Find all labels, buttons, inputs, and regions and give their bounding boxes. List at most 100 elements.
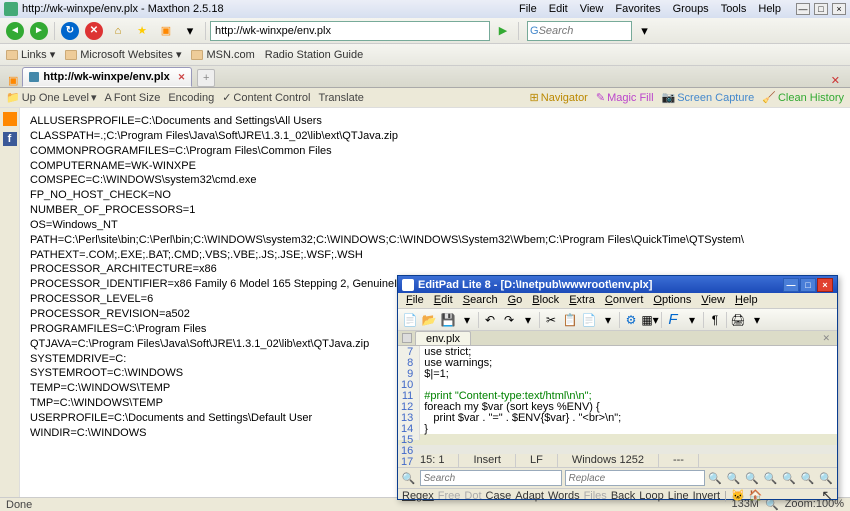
search-opt-icon[interactable]: 🔍 [800,470,816,486]
back-button[interactable]: ◄ [4,20,26,42]
paste-dropdown-icon[interactable]: ▾ [599,311,617,329]
editpad-code[interactable]: use strict; use warnings; $|=1; #print "… [420,346,837,440]
editpad-menu-help[interactable]: Help [731,293,762,308]
search-box[interactable]: G [527,21,632,41]
menu-groups[interactable]: Groups [668,1,714,17]
search-input[interactable] [539,25,629,37]
redo-dropdown-icon[interactable]: ▾ [519,311,537,329]
save-dropdown-icon[interactable]: ▾ [458,311,476,329]
editpad-mascot-icon[interactable]: 🐱 [731,489,745,502]
maximize-button[interactable]: □ [814,3,828,15]
close-all-tabs-button[interactable]: ✕ [825,74,846,87]
open-file-icon[interactable]: 📂 [420,311,438,329]
menu-edit[interactable]: Edit [544,1,573,17]
palette-icon[interactable]: ▦▾ [641,311,659,329]
home-button[interactable]: ⌂ [107,20,129,42]
link-msn[interactable]: MSN.com [191,49,254,61]
translate-button[interactable]: Translate [318,92,363,104]
editpad-menu-file[interactable]: File [402,293,428,308]
menu-help[interactable]: Help [753,1,786,17]
wrap-icon[interactable]: ¶ [706,311,724,329]
clean-history-button[interactable]: 🧹Clean History [762,91,844,104]
navigator-button[interactable]: ⊞Navigator [530,91,588,104]
close-button[interactable]: × [832,3,846,15]
editpad-close-button[interactable]: × [817,278,833,292]
editpad-opt-regex[interactable]: Regex [402,490,434,502]
links-folder[interactable]: Links ▾ [6,48,55,61]
search-next-icon[interactable]: 🔍 [726,470,742,486]
menu-view[interactable]: View [575,1,609,17]
search-dropdown[interactable]: ▾ [634,20,656,42]
menu-tools[interactable]: Tools [716,1,752,17]
encoding-button[interactable]: Encoding [168,92,214,104]
settings-icon[interactable]: ⚙ [622,311,640,329]
favorites-button[interactable]: ★ [131,20,153,42]
link-radio[interactable]: Radio Station Guide [265,49,363,61]
save-file-icon[interactable]: 💾 [439,311,457,329]
print-icon[interactable]: 🖨 [729,311,747,329]
editpad-menu-go[interactable]: Go [504,293,527,308]
editpad-opt-files[interactable]: Files [584,490,607,502]
editpad-replace-input[interactable] [565,470,705,486]
editpad-menu-convert[interactable]: Convert [601,293,648,308]
search-hl-icon[interactable]: 🔍 [763,470,779,486]
font-dropdown-icon[interactable]: ▾ [683,311,701,329]
font-icon[interactable]: F [664,311,682,329]
editpad-opt-line[interactable]: Line [668,490,689,502]
rss-icon[interactable]: ▣ [8,74,18,87]
editpad-menu-view[interactable]: View [697,293,729,308]
new-file-icon[interactable]: 📄 [401,311,419,329]
search-all-icon[interactable]: 🔍 [745,470,761,486]
history-button[interactable]: ▾ [179,20,201,42]
magic-fill-button[interactable]: ✎Magic Fill [596,91,654,104]
editpad-opt-adapt[interactable]: Adapt [515,490,544,502]
cut-icon[interactable]: ✂ [542,311,560,329]
print-dropdown-icon[interactable]: ▾ [748,311,766,329]
editpad-titlebar[interactable]: EditPad Lite 8 - [D:\Inetpub\wwwroot\env… [398,276,837,293]
search-zoom-icon[interactable]: 🔍 [782,470,798,486]
minimize-button[interactable]: — [796,3,810,15]
editpad-opt-words[interactable]: Words [548,490,580,502]
copy-icon[interactable]: 📋 [561,311,579,329]
editpad-window[interactable]: EditPad Lite 8 - [D:\Inetpub\wwwroot\env… [397,275,838,500]
redo-icon[interactable]: ↷ [500,311,518,329]
menu-favorites[interactable]: Favorites [610,1,665,17]
editpad-opt-loop[interactable]: Loop [639,490,663,502]
editpad-opt-invert[interactable]: Invert [693,490,721,502]
sidebar-rss-icon[interactable] [3,112,17,126]
editpad-tab-close[interactable]: ✕ [819,333,833,344]
editpad-opt-back[interactable]: Back [611,490,635,502]
browser-tab[interactable]: http://wk-winxpe/env.plx ✕ [22,67,192,87]
editpad-menu-extra[interactable]: Extra [565,293,599,308]
stop-button[interactable]: ✕ [83,20,105,42]
feeds-button[interactable]: ▣ [155,20,177,42]
editpad-search-input[interactable] [420,470,562,486]
search-prev-icon[interactable]: 🔍 [708,470,724,486]
content-control-button[interactable]: ✓Content Control [222,91,310,104]
menu-file[interactable]: File [514,1,542,17]
editpad-opt-dot[interactable]: Dot [464,490,481,502]
forward-button[interactable]: ► [28,20,50,42]
tab-close-button[interactable]: ✕ [178,72,186,83]
search-icon[interactable]: 🔍 [401,470,417,486]
up-one-level-button[interactable]: 📁Up One Level ▾ [6,91,97,104]
refresh-button[interactable]: ↻ [59,20,81,42]
editpad-menu-search[interactable]: Search [459,293,502,308]
screen-capture-button[interactable]: 📷Screen Capture [662,91,755,104]
editpad-opt-case[interactable]: Case [486,490,512,502]
paste-icon[interactable]: 📄 [580,311,598,329]
sidebar-fb-icon[interactable]: f [3,132,17,146]
editpad-maximize-button[interactable]: □ [800,278,816,292]
editpad-menu-options[interactable]: Options [649,293,695,308]
editpad-opt-free[interactable]: Free [438,490,461,502]
go-button[interactable]: ▶ [492,20,514,42]
editpad-menu-block[interactable]: Block [528,293,563,308]
search-more-icon[interactable]: 🔍 [819,470,835,486]
new-tab-button[interactable]: + [197,69,215,87]
editpad-minimize-button[interactable]: — [783,278,799,292]
link-ms-websites[interactable]: Microsoft Websites ▾ [65,48,181,61]
editpad-home-icon[interactable]: 🏠 [749,489,763,502]
undo-icon[interactable]: ↶ [481,311,499,329]
editpad-editor[interactable]: 7 8 9 10 11 12 13 14 15 16 17 use strict… [398,346,837,441]
editpad-file-tab[interactable]: env.plx [415,331,471,345]
